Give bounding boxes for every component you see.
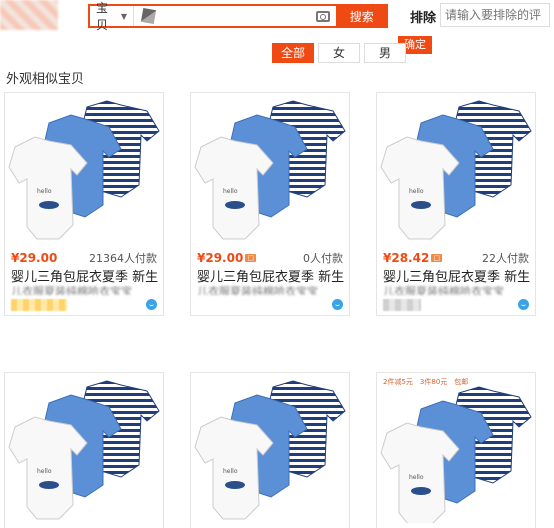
exclude-label: 排除 <box>410 11 437 26</box>
sold-count: 0人付款 <box>303 252 343 265</box>
sold-count: 22人付款 <box>482 252 529 265</box>
product-card[interactable]: ¥29.00 □ 0人付款 婴儿三角包屁衣夏季 新生 儿衣服夏装纯棉哈衣宝宝 <box>190 92 350 316</box>
price-tag-icon: □ <box>245 254 256 262</box>
product-image[interactable] <box>191 373 349 523</box>
product-card[interactable]: ¥29.00 21364人付款 婴儿三角包屁衣夏季 新生 儿衣服夏装纯棉哈衣宝宝 <box>4 92 164 316</box>
product-title[interactable]: 婴儿三角包屁衣夏季 新生 <box>191 269 349 286</box>
product-subtitle-blurred: 儿衣服夏装纯棉哈衣宝宝 <box>197 286 318 295</box>
product-price: ¥28.42 □ <box>383 251 442 265</box>
chevron-down-icon: ▼ <box>120 11 128 21</box>
product-image[interactable] <box>5 373 163 523</box>
chat-icon[interactable] <box>146 299 157 310</box>
section-title: 外观相似宝贝 <box>6 72 85 87</box>
product-subtitle-blurred: 儿衣服夏装纯棉哈衣宝宝 <box>383 286 504 295</box>
sold-count: 21364人付款 <box>89 252 157 265</box>
product-title[interactable]: 婴儿三角包屁衣夏季 新生 <box>5 269 163 286</box>
tab-male[interactable]: 男 <box>364 43 406 63</box>
shop-logo <box>0 0 58 30</box>
gender-filter: 全部 女 男 <box>272 43 410 63</box>
exclude-input[interactable] <box>440 3 550 27</box>
price-tag-icon: □ <box>431 254 442 262</box>
promo-text: 2件减5元 3件80元 包邮 <box>383 378 469 386</box>
product-image[interactable]: 2件减5元 3件80元 包邮 <box>377 373 535 523</box>
seller-badge <box>383 298 421 311</box>
product-card[interactable]: ¥28.42 □ 22人付款 婴儿三角包屁衣夏季 新生 儿衣服夏装纯棉哈衣宝宝 <box>376 92 536 316</box>
product-title[interactable]: 婴儿三角包屁衣夏季 新生 <box>377 269 535 286</box>
product-image[interactable] <box>191 93 349 243</box>
tab-female[interactable]: 女 <box>318 43 360 63</box>
search-bar: 宝贝 ▼ 搜索 <box>88 1 388 32</box>
chat-icon[interactable] <box>332 299 343 310</box>
product-price: ¥29.00 <box>11 251 58 265</box>
search-input[interactable] <box>155 6 317 26</box>
product-price: ¥29.00 □ <box>197 251 256 265</box>
search-scope-dropdown[interactable]: 宝贝 ▼ <box>90 1 135 32</box>
search-scope-label: 宝贝 <box>96 1 109 32</box>
product-image[interactable] <box>5 93 163 243</box>
chat-icon[interactable] <box>518 299 529 310</box>
product-card[interactable] <box>4 372 164 528</box>
tab-all[interactable]: 全部 <box>272 43 314 63</box>
cube-icon <box>140 7 157 25</box>
search-button[interactable]: 搜索 <box>335 4 388 28</box>
seller-badge <box>11 298 67 311</box>
product-subtitle-blurred: 儿衣服夏装纯棉哈衣宝宝 <box>11 286 132 295</box>
camera-icon[interactable] <box>316 10 330 22</box>
product-card[interactable] <box>190 372 350 528</box>
product-image[interactable] <box>377 93 535 243</box>
product-card[interactable]: 2件减5元 3件80元 包邮 <box>376 372 536 528</box>
